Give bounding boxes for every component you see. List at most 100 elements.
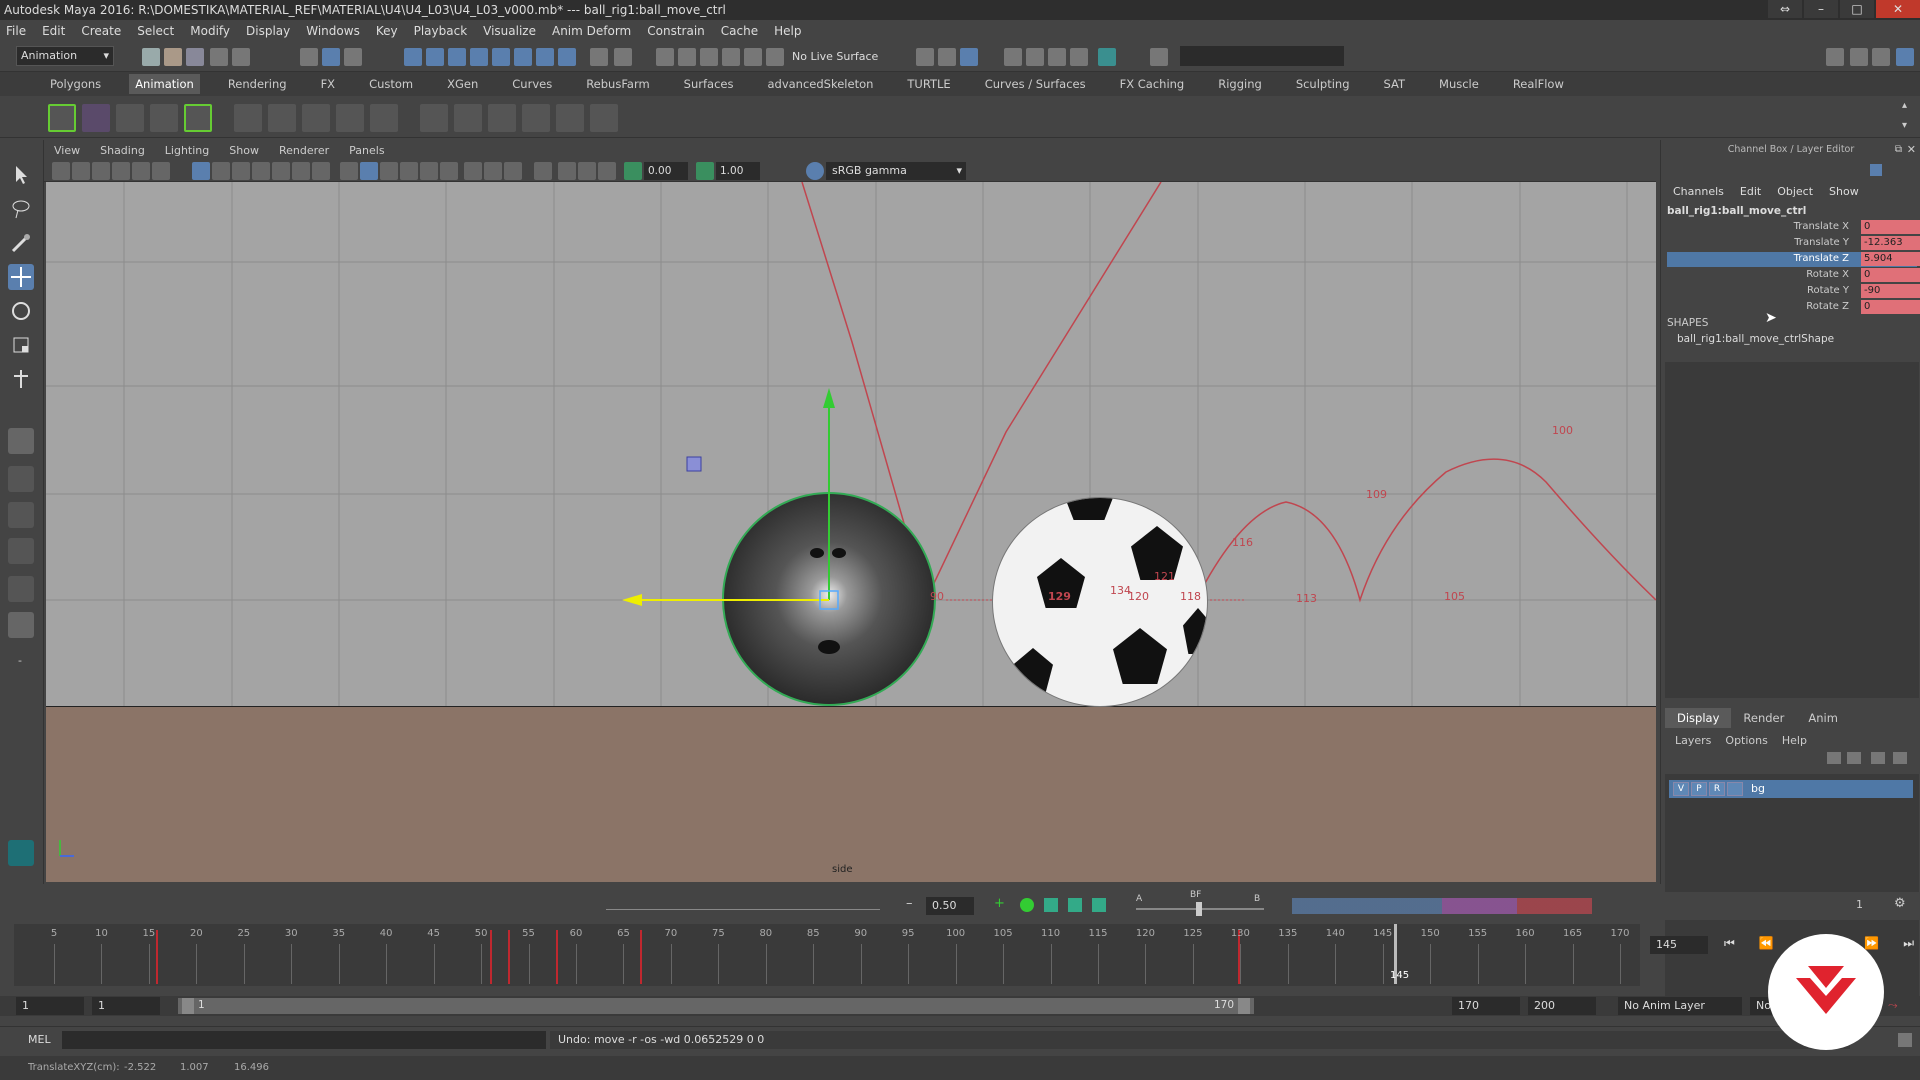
- keyframe-marker[interactable]: [556, 930, 558, 984]
- snap-keys-icon[interactable]: [1092, 898, 1106, 912]
- go-to-start-icon[interactable]: ⏮: [1724, 936, 1735, 956]
- menu-key[interactable]: Key: [376, 24, 398, 38]
- go-to-end-icon[interactable]: ⏭: [1903, 936, 1914, 956]
- bowling-ball[interactable]: [722, 492, 936, 706]
- minus-icon[interactable]: –: [906, 896, 913, 911]
- menu-visualize[interactable]: Visualize: [483, 24, 536, 38]
- new-scene-icon[interactable]: [142, 48, 160, 66]
- tab-sculpting[interactable]: Sculpting: [1290, 74, 1356, 94]
- maximize-button[interactable]: □: [1840, 0, 1874, 18]
- tab-fx-caching[interactable]: FX Caching: [1114, 74, 1191, 94]
- textured-icon[interactable]: [420, 162, 438, 180]
- attr-translate-z[interactable]: Translate Z 5.904: [1667, 252, 1920, 267]
- manipulator-tool-icon[interactable]: [8, 366, 34, 392]
- minimize-button[interactable]: –: [1804, 0, 1838, 18]
- menu-create[interactable]: Create: [81, 24, 121, 38]
- attr-value[interactable]: 5.904: [1861, 252, 1920, 266]
- twist-deformer-icon[interactable]: [522, 104, 550, 132]
- history-icon[interactable]: [656, 48, 674, 66]
- gear-icon[interactable]: ⚙: [1894, 896, 1906, 911]
- bind-skin-icon[interactable]: [302, 104, 330, 132]
- film-gate-icon[interactable]: [212, 162, 230, 180]
- cluster-icon[interactable]: [420, 104, 448, 132]
- undo-icon[interactable]: [210, 48, 228, 66]
- tab-fx[interactable]: FX: [315, 74, 342, 94]
- resolution-gate-icon[interactable]: [232, 162, 250, 180]
- object-name[interactable]: ball_rig1:ball_move_ctrl: [1667, 205, 1806, 217]
- tab-curves-surfaces[interactable]: Curves / Surfaces: [979, 74, 1092, 94]
- new-layer-selected-icon[interactable]: [1893, 752, 1907, 764]
- hypershade-icon[interactable]: [1026, 48, 1044, 66]
- tab-render[interactable]: Render: [1731, 708, 1796, 728]
- menu-windows[interactable]: Windows: [306, 24, 360, 38]
- render-region-icon[interactable]: [916, 48, 934, 66]
- time-editor-icon[interactable]: [184, 104, 212, 132]
- lasso-tool-icon[interactable]: [8, 196, 34, 222]
- snap-point-icon[interactable]: [448, 48, 466, 66]
- auto-key-icon[interactable]: [1020, 898, 1034, 912]
- shelf-scroll-up-icon[interactable]: ▴: [1902, 100, 1907, 111]
- sidebar-toggle-icon[interactable]: [1150, 48, 1168, 66]
- layer-menu-options[interactable]: Options: [1725, 734, 1767, 747]
- layer-playback-toggle[interactable]: P: [1691, 782, 1707, 796]
- cb-menu-object[interactable]: Object: [1777, 185, 1813, 198]
- tab-muscle[interactable]: Muscle: [1433, 74, 1485, 94]
- move-layer-up-icon[interactable]: [1827, 752, 1841, 764]
- motion-blur-icon[interactable]: [504, 162, 522, 180]
- grid-icon[interactable]: [192, 162, 210, 180]
- tab-rigging[interactable]: Rigging: [1212, 74, 1268, 94]
- scale-tool-icon[interactable]: [8, 332, 34, 358]
- set-key-icon[interactable]: [150, 104, 178, 132]
- select-component-icon[interactable]: [344, 48, 362, 66]
- cb-menu-show[interactable]: Show: [1829, 185, 1859, 198]
- cb-menu-edit[interactable]: Edit: [1740, 185, 1761, 198]
- grease-pencil-icon[interactable]: [152, 162, 170, 180]
- menu-anim-deform[interactable]: Anim Deform: [552, 24, 631, 38]
- keyframe-marker[interactable]: [490, 930, 492, 984]
- paint-weights-icon[interactable]: [336, 104, 364, 132]
- range-end-handle[interactable]: [1238, 998, 1250, 1014]
- snap-face-icon[interactable]: [558, 48, 576, 66]
- menu-file[interactable]: File: [6, 24, 26, 38]
- constraint-icon[interactable]: [590, 104, 618, 132]
- attr-value[interactable]: -90: [1861, 284, 1920, 298]
- smooth-shade-icon[interactable]: [360, 162, 378, 180]
- exposure-field[interactable]: 0.00: [644, 162, 688, 180]
- panel-menu-panels[interactable]: Panels: [349, 144, 384, 157]
- make-live-icon[interactable]: [744, 48, 762, 66]
- attr-value[interactable]: 0: [1861, 300, 1920, 314]
- tab-advancedskeleton[interactable]: advancedSkeleton: [761, 74, 879, 94]
- auto-keyframe-icon[interactable]: ⤳: [1888, 998, 1898, 1013]
- isolate-select-icon[interactable]: [534, 162, 552, 180]
- safe-title-icon[interactable]: [312, 162, 330, 180]
- menu-help[interactable]: Help: [774, 24, 801, 38]
- panel-menu-show[interactable]: Show: [229, 144, 259, 157]
- render-setup-icon[interactable]: [1070, 48, 1088, 66]
- new-empty-layer-icon[interactable]: [1871, 752, 1885, 764]
- script-editor-icon[interactable]: [1898, 1033, 1912, 1047]
- float-icon[interactable]: ⧉: [1895, 144, 1902, 155]
- motion-path-icon[interactable]: [556, 104, 584, 132]
- playback-start-field[interactable]: 1: [92, 997, 160, 1015]
- close-icon[interactable]: ✕: [1907, 143, 1916, 156]
- attr-value[interactable]: 0: [1861, 220, 1920, 234]
- attr-value[interactable]: -12.363: [1861, 236, 1920, 250]
- gate-mask-icon[interactable]: [252, 162, 270, 180]
- lattice-icon[interactable]: [370, 104, 398, 132]
- save-scene-icon[interactable]: [186, 48, 204, 66]
- tangent-weight-field[interactable]: 0.50: [926, 897, 974, 915]
- menu-playback[interactable]: Playback: [414, 24, 468, 38]
- tab-custom[interactable]: Custom: [363, 74, 419, 94]
- snap-surface-icon[interactable]: [492, 48, 510, 66]
- persp-graph-layout-icon[interactable]: [8, 538, 34, 564]
- 2d-pan-zoom-icon[interactable]: [132, 162, 150, 180]
- camera-attributes-icon[interactable]: [72, 162, 90, 180]
- single-perspective-layout-icon[interactable]: [8, 428, 34, 454]
- layer-reference-toggle[interactable]: R: [1709, 782, 1725, 796]
- keyframe-marker[interactable]: [640, 930, 642, 984]
- channel-box-toggle-icon[interactable]: [1896, 48, 1914, 66]
- gamma-icon[interactable]: [696, 162, 714, 180]
- attr-rotate-x[interactable]: Rotate X 0: [1667, 268, 1920, 283]
- xray-active-icon[interactable]: [578, 162, 596, 180]
- menu-constrain[interactable]: Constrain: [647, 24, 705, 38]
